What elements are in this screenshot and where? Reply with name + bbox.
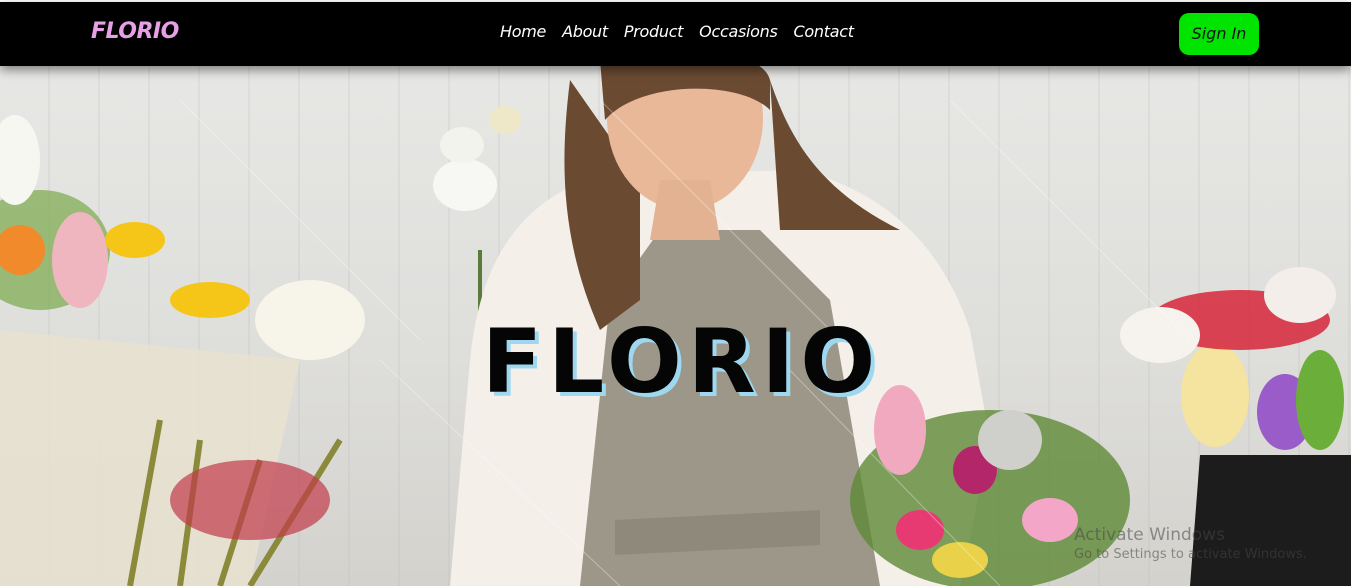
florist-photo-illustration <box>0 26 1351 586</box>
activate-windows-title: Activate Windows <box>1074 525 1225 545</box>
nav-link-occasions[interactable]: Occasions <box>699 22 778 41</box>
hero-title: FLORIO <box>482 310 882 413</box>
activate-windows-subtitle: Go to Settings to activate Windows. <box>1074 547 1307 563</box>
hero-background-image <box>0 0 1351 586</box>
brand-logo[interactable]: FLORIO <box>91 19 179 44</box>
nav-link-about[interactable]: About <box>562 22 608 41</box>
nav-link-product[interactable]: Product <box>624 22 684 41</box>
nav-links: Home About Product Occasions Contact <box>500 22 854 41</box>
activate-windows-watermark: Activate Windows Go to Settings to activ… <box>1074 525 1307 563</box>
nav-link-home[interactable]: Home <box>500 22 546 41</box>
page: FLORIO Home About Product Occasions Cont… <box>0 0 1351 586</box>
sign-in-button[interactable]: Sign In <box>1179 13 1259 55</box>
nav-link-contact[interactable]: Contact <box>794 22 854 41</box>
navbar: FLORIO Home About Product Occasions Cont… <box>0 2 1351 66</box>
